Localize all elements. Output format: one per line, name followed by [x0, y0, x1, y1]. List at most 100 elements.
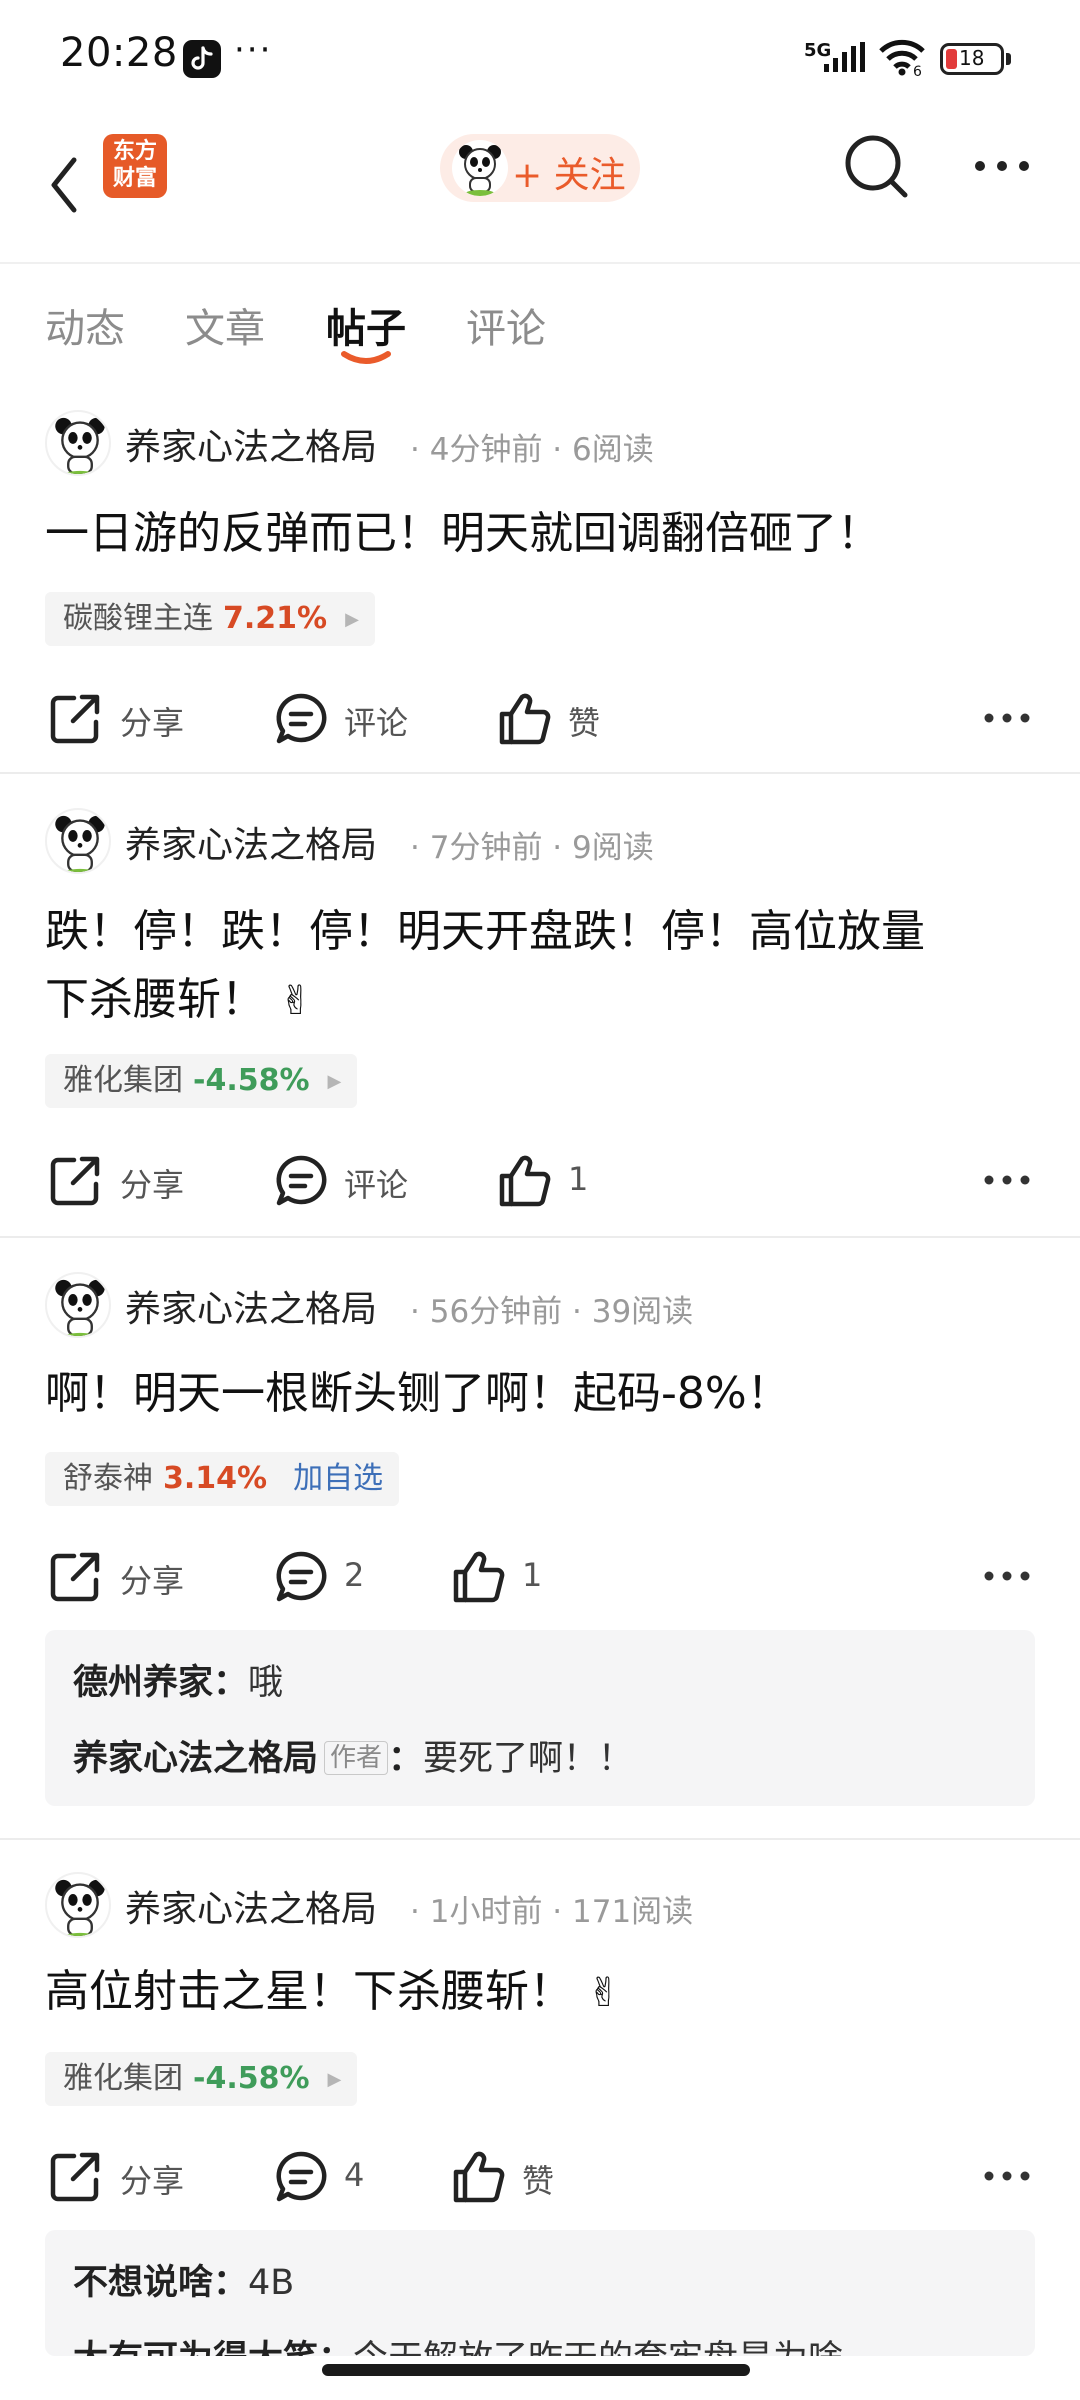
back-arrow-icon[interactable] — [40, 138, 90, 232]
share-icon — [50, 1552, 100, 1602]
search-icon[interactable] — [842, 132, 912, 202]
signal-icon — [824, 42, 865, 72]
share-icon — [50, 1156, 100, 1206]
stock-tag[interactable]: 雅化集团 -4.58% ▶ — [45, 2052, 358, 2106]
add-watchlist-link[interactable]: 加自选 — [293, 1461, 383, 1496]
stock-name: 雅化集团 — [63, 2061, 183, 2096]
victory-hand-emoji: ✌ — [279, 978, 313, 1024]
author-avatar[interactable] — [45, 410, 111, 476]
comment-icon — [276, 1155, 327, 1206]
post-content[interactable]: 高位射击之星！下杀腰斩！ ✌ — [45, 1958, 1035, 2027]
follow-button[interactable]: + 关注 — [440, 134, 640, 202]
wifi-label: 6 — [913, 64, 922, 80]
post-more-icon[interactable] — [982, 2168, 1032, 2184]
share-label: 分享 — [120, 704, 185, 742]
comment-preview-box[interactable]: 不想说啥：4B 大有可为得大笑：今天解放了昨天的套牢盘是为啥 — [45, 2230, 1035, 2356]
author-name[interactable]: 养家心法之格局 — [125, 1280, 377, 1332]
like-count: 1 — [568, 1160, 589, 1198]
author-badge: 作者 — [324, 1741, 389, 1775]
post-meta: · 56分钟前 · 39阅读 — [410, 1294, 694, 1330]
play-arrow-icon: ▶ — [327, 2068, 342, 2090]
commenter-name[interactable]: 不想说啥： — [73, 2263, 248, 2303]
status-more-dots: ··· — [234, 30, 273, 70]
comment-preview-item[interactable]: 养家心法之格局 作者 ：要死了啊！！ — [73, 1730, 633, 1781]
stock-change: -4.58% — [193, 1063, 310, 1098]
comment-label: 评论 — [344, 704, 409, 742]
profile-header: 东方 财富 + 关注 — [0, 120, 1080, 264]
post-time: 1小时前 — [429, 1894, 543, 1930]
post-more-icon[interactable] — [982, 710, 1032, 726]
author-name[interactable]: 养家心法之格局 — [125, 816, 377, 868]
tab-comments[interactable]: 评论 — [466, 296, 546, 354]
home-indicator[interactable] — [322, 2364, 750, 2376]
post-content-text: 高位射击之星！下杀腰斩！ — [45, 1966, 573, 2017]
post-actions: 分享 评论 赞 — [0, 684, 1080, 754]
author-name[interactable]: 养家心法之格局 — [125, 1880, 377, 1932]
comment-separator: ： — [388, 1739, 424, 1779]
author-avatar[interactable] — [45, 808, 111, 874]
profile-tabs: 动态 文章 帖子 评论 — [0, 264, 1080, 374]
author-name[interactable]: 养家心法之格局 — [125, 418, 377, 470]
comment-preview-box[interactable]: 德州养家：哦 养家心法之格局 作者 ：要死了啊！！ — [45, 1630, 1035, 1806]
thumbs-up-icon — [453, 2151, 505, 2203]
victory-hand-emoji: ✌ — [587, 1970, 621, 2016]
post-more-icon[interactable] — [982, 1172, 1032, 1188]
comment-text: 哦 — [248, 1663, 284, 1703]
comment-preview-item[interactable]: 德州养家：哦 — [73, 1654, 283, 1705]
battery-tip — [1006, 53, 1011, 65]
like-label: 赞 — [522, 2162, 555, 2200]
commenter-name[interactable]: 大有可为得大笑： — [73, 2339, 353, 2356]
post-divider — [0, 1838, 1080, 1840]
comment-icon — [276, 1551, 327, 1602]
post-meta: · 4分钟前 · 6阅读 — [410, 432, 654, 468]
comment-count: 4 — [344, 2156, 365, 2194]
active-tab-indicator — [341, 351, 391, 364]
panda-avatar — [452, 140, 508, 196]
tab-articles[interactable]: 文章 — [185, 296, 265, 354]
comment-icon — [276, 693, 327, 744]
post-content-text: 下杀腰斩！ — [45, 974, 265, 1025]
post-time: 4分钟前 — [429, 432, 543, 468]
share-label: 分享 — [120, 1166, 185, 1204]
post-time: 7分钟前 — [429, 830, 543, 866]
status-time: 20:28 — [60, 30, 178, 76]
thumbs-up-icon — [499, 1155, 551, 1207]
post-content[interactable]: 啊！明天一根断头铡了啊！起码-8%！ — [45, 1360, 1035, 1428]
stock-name: 雅化集团 — [63, 1063, 183, 1098]
post-reads: 9阅读 — [572, 830, 654, 866]
post-more-icon[interactable] — [982, 1568, 1032, 1584]
post-content-line: 下杀腰斩！ ✌ — [45, 966, 1035, 1035]
stock-tag[interactable]: 舒泰神 3.14% 加自选 — [45, 1452, 400, 1506]
post-content[interactable]: 一日游的反弹而已！明天就回调翻倍砸了！ — [45, 500, 1035, 568]
battery-icon: 18 — [940, 43, 1004, 75]
battery-level-fill — [946, 49, 957, 69]
tab-dynamics[interactable]: 动态 — [45, 296, 125, 354]
author-avatar[interactable] — [45, 1872, 111, 1938]
stock-change: 3.14% — [163, 1461, 268, 1496]
post-meta: · 7分钟前 · 9阅读 — [410, 830, 654, 866]
comment-text: 4B — [248, 2263, 295, 2303]
share-icon — [50, 694, 100, 744]
stock-tag[interactable]: 碳酸锂主连 7.21% ▶ — [45, 592, 375, 646]
stock-tag[interactable]: 雅化集团 -4.58% ▶ — [45, 1054, 358, 1108]
post-divider — [0, 772, 1080, 774]
author-avatar[interactable] — [45, 1272, 111, 1338]
brand-logo: 东方 财富 — [103, 134, 167, 198]
play-arrow-icon: ▶ — [345, 608, 359, 630]
commenter-name[interactable]: 养家心法之格局 — [73, 1739, 318, 1779]
post-divider — [0, 1236, 1080, 1238]
tab-posts[interactable]: 帖子 — [326, 296, 406, 354]
post-reads: 39阅读 — [591, 1294, 694, 1330]
thumbs-up-icon — [499, 693, 551, 745]
commenter-name[interactable]: 德州养家： — [73, 1663, 248, 1703]
comment-preview-item[interactable]: 大有可为得大笑：今天解放了昨天的套牢盘是为啥 — [73, 2330, 843, 2356]
post-time: 56分钟前 — [429, 1294, 563, 1330]
stock-name: 碳酸锂主连 — [63, 601, 213, 636]
more-icon[interactable] — [972, 156, 1032, 176]
battery-percent: 18 — [959, 46, 985, 70]
tiktok-icon — [183, 40, 221, 78]
comment-preview-item[interactable]: 不想说啥：4B — [73, 2254, 294, 2305]
post-content[interactable]: 跌！停！跌！停！明天开盘跌！停！高位放量 下杀腰斩！ ✌ — [45, 898, 1035, 1035]
stock-change: -4.58% — [193, 2061, 310, 2096]
post-meta: · 1小时前 · 171阅读 — [410, 1894, 694, 1930]
